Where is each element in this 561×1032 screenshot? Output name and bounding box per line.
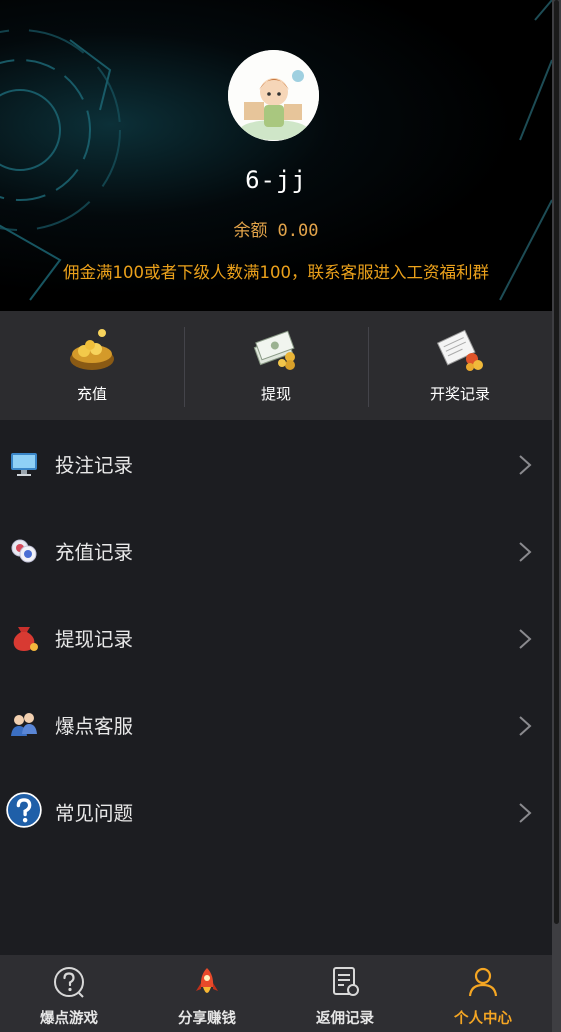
balance-value: 0.00 [277, 221, 319, 241]
tab-personal-center[interactable]: 个人中心 [414, 955, 552, 1032]
menu-item-recharge-records[interactable]: 充值记录 [0, 507, 552, 594]
money-bag-icon [13, 627, 38, 651]
tab-label: 爆点游戏 [40, 1011, 98, 1027]
chevron-right-icon [519, 803, 532, 823]
monitor-icon [11, 453, 37, 476]
question-circle-icon [54, 967, 84, 998]
bottom-tab-bar: 爆点游戏 分享赚钱 返佣记录 个人中心 [0, 955, 552, 1032]
balance: 余额 0.00 [0, 216, 552, 241]
menu-item-label: 充值记录 [55, 541, 134, 564]
balance-label: 余额 [233, 221, 268, 241]
chevron-right-icon [519, 542, 532, 562]
tab-label: 个人中心 [454, 1011, 512, 1027]
lottery-record-label: 开奖记录 [429, 385, 490, 403]
avatar-image [228, 50, 319, 141]
menu-item-label: 爆点客服 [55, 715, 134, 738]
money-pot-icon [70, 329, 114, 370]
recharge-label: 充值 [76, 385, 107, 403]
menu-item-label: 投注记录 [55, 454, 134, 477]
profile-header: 6-jj 余额 0.00 佣金满100或者下级人数满100，联系客服进入工资福利群 [0, 0, 552, 311]
tab-share-earn[interactable]: 分享赚钱 [138, 955, 276, 1032]
menu-item-label: 常见问题 [55, 802, 134, 825]
menu-item-faq[interactable]: 常见问题 [0, 768, 552, 855]
question-icon [6, 792, 42, 828]
menu-item-label: 提现记录 [55, 628, 134, 651]
lottery-record-button[interactable]: 开奖记录 [368, 311, 552, 420]
menu-list: 投注记录 充值记录 提现记录 爆点客服 常见问题 [0, 420, 552, 855]
withdraw-button[interactable]: 提现 [184, 311, 368, 420]
avatar[interactable] [228, 50, 319, 141]
withdraw-label: 提现 [260, 385, 291, 403]
chevron-right-icon [519, 455, 532, 475]
menu-item-withdraw-records[interactable]: 提现记录 [0, 594, 552, 681]
tab-commission-records[interactable]: 返佣记录 [276, 955, 414, 1032]
tab-games[interactable]: 爆点游戏 [0, 955, 138, 1032]
lottery-record-icon [436, 329, 483, 371]
quick-actions-bar: 充值 提现 开奖记录 [0, 311, 552, 420]
chips-icon [11, 539, 37, 563]
rocket-icon [196, 968, 218, 993]
menu-item-bet-records[interactable]: 投注记录 [0, 420, 552, 507]
chevron-right-icon [519, 716, 532, 736]
recharge-button[interactable]: 充值 [0, 311, 184, 420]
notice-text: 佣金满100或者下级人数满100，联系客服进入工资福利群 [63, 263, 489, 282]
scrollbar[interactable] [552, 0, 561, 1032]
customer-service-icon [11, 713, 37, 736]
document-icon [333, 967, 359, 996]
tab-label: 返佣记录 [316, 1011, 374, 1027]
scrollbar-thumb[interactable] [554, 0, 559, 924]
tab-label: 分享赚钱 [178, 1011, 236, 1027]
username: 6-jj [245, 166, 307, 194]
person-icon [468, 967, 498, 997]
menu-item-customer-service[interactable]: 爆点客服 [0, 681, 552, 768]
cash-coins-icon [253, 330, 295, 370]
chevron-right-icon [519, 629, 532, 649]
